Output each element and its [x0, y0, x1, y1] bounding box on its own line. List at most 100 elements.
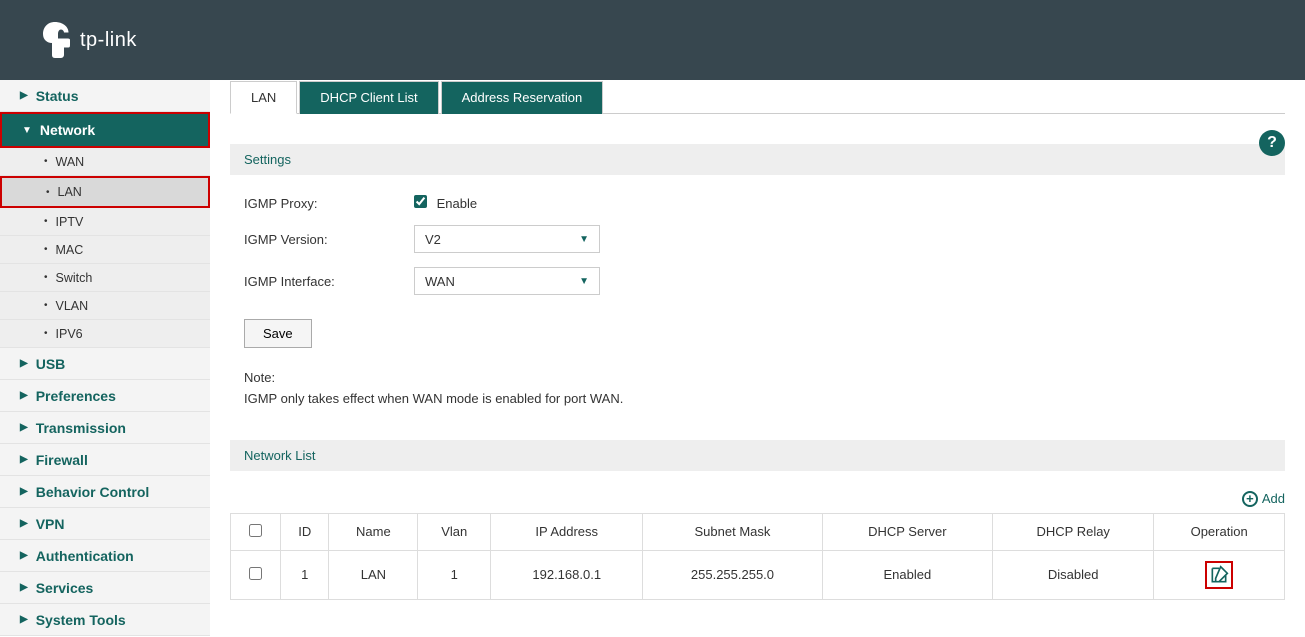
sidebar-item-wan[interactable]: WAN: [0, 148, 210, 176]
sidebar-item-status[interactable]: ▶ Status: [0, 80, 210, 112]
sidebar-label: LAN: [58, 185, 82, 199]
cell-vlan: 1: [418, 550, 491, 599]
cell-mask: 255.255.255.0: [643, 550, 822, 599]
col-subnet-mask: Subnet Mask: [643, 513, 822, 550]
settings-form: IGMP Proxy: Enable IGMP Version: V2 ▼ IG…: [230, 195, 1285, 295]
table-row: 1 LAN 1 192.168.0.1 255.255.255.0 Enable…: [231, 550, 1285, 599]
igmp-proxy-enable[interactable]: Enable: [414, 195, 477, 211]
col-operation: Operation: [1154, 513, 1285, 550]
sidebar-item-lan[interactable]: LAN: [2, 178, 208, 206]
select-value: V2: [425, 232, 441, 247]
tab-dhcp-client-list[interactable]: DHCP Client List: [299, 81, 438, 114]
igmp-interface-select[interactable]: WAN ▼: [414, 267, 600, 295]
row-checkbox[interactable]: [249, 567, 262, 580]
cell-id: 1: [281, 550, 329, 599]
sidebar-label: Services: [36, 580, 94, 596]
sidebar-item-authentication[interactable]: ▶ Authentication: [0, 540, 210, 572]
section-settings: Settings: [230, 144, 1285, 175]
note-text: IGMP only takes effect when WAN mode is …: [244, 389, 1285, 410]
highlight-box: ▼Network: [0, 112, 210, 148]
sidebar-item-switch[interactable]: Switch: [0, 264, 210, 292]
sidebar-label: Network: [40, 122, 95, 138]
caret-right-icon: ▶: [20, 454, 28, 465]
select-value: WAN: [425, 274, 455, 289]
caret-right-icon: ▶: [20, 486, 28, 497]
caret-right-icon: ▶: [20, 422, 28, 433]
network-list-table: ID Name Vlan IP Address Subnet Mask DHCP…: [230, 513, 1285, 600]
note-label: Note:: [244, 368, 1285, 389]
sidebar-subnav: WAN LAN IPTV MAC Switch VLAN IPV6: [0, 148, 210, 348]
caret-right-icon: ▶: [20, 390, 28, 401]
sidebar-label: Switch: [56, 271, 93, 285]
sidebar: ▶ Status ▼Network WAN LAN IPTV MAC Switch…: [0, 80, 210, 636]
sidebar-label: VLAN: [56, 299, 89, 313]
sidebar-item-vpn[interactable]: ▶ VPN: [0, 508, 210, 540]
form-row-igmp-proxy: IGMP Proxy: Enable: [244, 195, 1285, 211]
add-label: Add: [1262, 491, 1285, 506]
sidebar-label: Preferences: [36, 388, 116, 404]
sidebar-item-network[interactable]: ▼Network: [2, 114, 208, 146]
chevron-down-icon: ▼: [579, 276, 589, 287]
form-row-igmp-interface: IGMP Interface: WAN ▼: [244, 267, 1285, 295]
caret-right-icon: ▶: [20, 90, 28, 101]
section-network-list: Network List: [230, 440, 1285, 471]
chevron-down-icon: ▼: [579, 234, 589, 245]
igmp-interface-label: IGMP Interface:: [244, 274, 414, 289]
sidebar-item-system-tools[interactable]: ▶ System Tools: [0, 604, 210, 636]
sidebar-label: Behavior Control: [36, 484, 150, 500]
save-button[interactable]: Save: [244, 319, 312, 348]
sidebar-label: System Tools: [36, 612, 126, 628]
sidebar-label: MAC: [56, 243, 84, 257]
col-dhcp-server: DHCP Server: [822, 513, 993, 550]
sidebar-item-ipv6[interactable]: IPV6: [0, 320, 210, 348]
note-block: Note: IGMP only takes effect when WAN mo…: [244, 368, 1285, 410]
sidebar-label: Transmission: [36, 420, 126, 436]
select-all-checkbox[interactable]: [249, 524, 262, 537]
sidebar-label: Firewall: [36, 452, 88, 468]
plus-circle-icon: +: [1242, 491, 1258, 507]
sidebar-label: VPN: [36, 516, 65, 532]
cell-dhcp-server: Enabled: [822, 550, 993, 599]
caret-right-icon: ▶: [20, 518, 28, 529]
col-ip-address: IP Address: [491, 513, 643, 550]
tab-bar: LAN DHCP Client List Address Reservation: [230, 80, 1285, 114]
caret-right-icon: ▶: [20, 614, 28, 625]
sidebar-item-mac[interactable]: MAC: [0, 236, 210, 264]
brand-logo: tp-link: [40, 22, 137, 58]
sidebar-item-services[interactable]: ▶Services: [0, 572, 210, 604]
sidebar-item-preferences[interactable]: ▶ Preferences: [0, 380, 210, 412]
sidebar-label: IPV6: [56, 327, 83, 341]
col-dhcp-relay: DHCP Relay: [993, 513, 1154, 550]
sidebar-label: IPTV: [56, 215, 84, 229]
add-button[interactable]: + Add: [230, 491, 1285, 507]
sidebar-item-transmission[interactable]: ▶ Transmission: [0, 412, 210, 444]
sidebar-item-vlan[interactable]: VLAN: [0, 292, 210, 320]
col-name: Name: [329, 513, 418, 550]
cell-ip: 192.168.0.1: [491, 550, 643, 599]
col-vlan: Vlan: [418, 513, 491, 550]
brand-name: tp-link: [80, 29, 137, 52]
tab-lan[interactable]: LAN: [230, 81, 297, 114]
edit-icon[interactable]: [1209, 565, 1229, 585]
highlight-box: LAN: [0, 176, 210, 208]
sidebar-label: USB: [36, 356, 66, 372]
cell-operation: [1154, 550, 1285, 599]
col-id: ID: [281, 513, 329, 550]
sidebar-item-usb[interactable]: ▶ USB: [0, 348, 210, 380]
caret-right-icon: ▶: [20, 550, 28, 561]
highlight-box: [1205, 561, 1233, 589]
enable-label: Enable: [437, 196, 477, 211]
sidebar-label: Status: [36, 88, 79, 104]
sidebar-label: Authentication: [36, 548, 134, 564]
igmp-version-label: IGMP Version:: [244, 232, 414, 247]
help-icon[interactable]: ?: [1259, 130, 1285, 156]
igmp-proxy-checkbox[interactable]: [414, 195, 427, 208]
tplink-logo-icon: [40, 22, 70, 58]
igmp-version-select[interactable]: V2 ▼: [414, 225, 600, 253]
sidebar-item-behavior-control[interactable]: ▶ Behavior Control: [0, 476, 210, 508]
tab-address-reservation[interactable]: Address Reservation: [441, 81, 604, 114]
caret-right-icon: ▶: [20, 358, 28, 369]
sidebar-item-firewall[interactable]: ▶ Firewall: [0, 444, 210, 476]
sidebar-label: WAN: [56, 155, 85, 169]
sidebar-item-iptv[interactable]: IPTV: [0, 208, 210, 236]
